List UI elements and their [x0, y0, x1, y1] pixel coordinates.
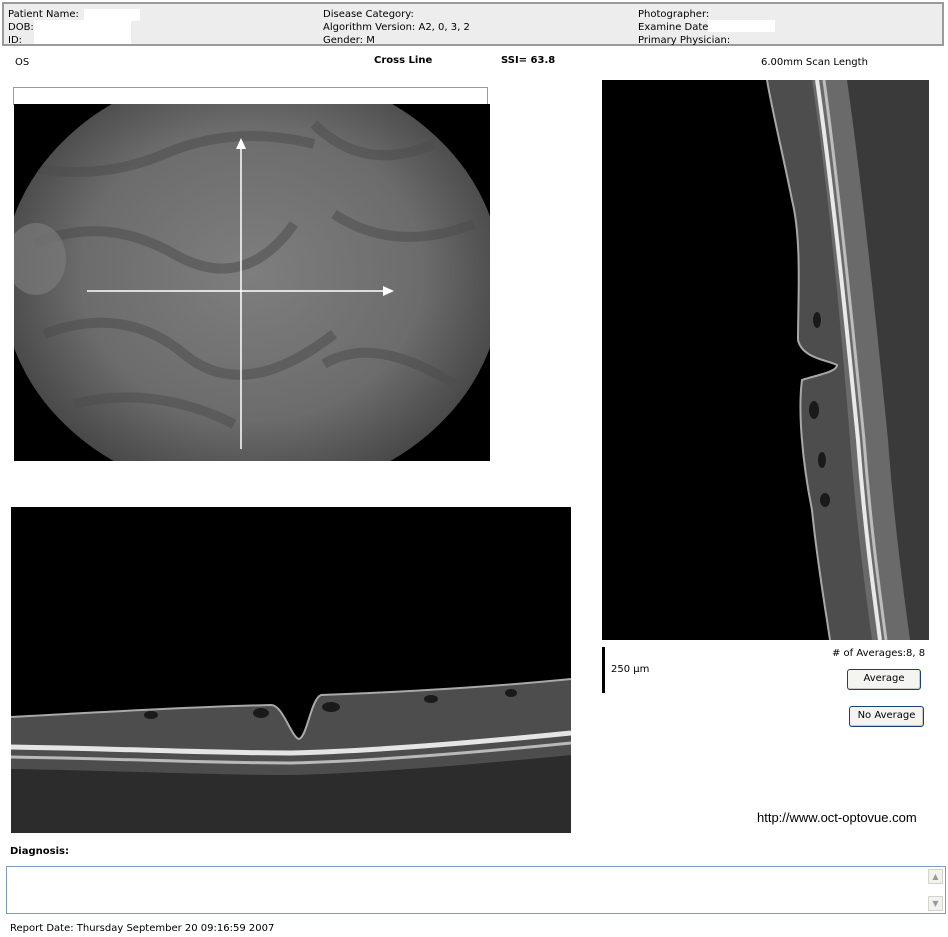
diagnosis-label: Diagnosis: [10, 846, 69, 857]
average-button[interactable]: Average [847, 669, 921, 690]
patient-info-header: Patient Name: DOB: ID: Disease Category:… [2, 2, 944, 46]
primary-physician-label: Primary Physician: [638, 35, 731, 46]
dob-label: DOB: [8, 22, 34, 33]
redacted-id [34, 32, 131, 44]
fundus-title-bar [13, 87, 488, 105]
scan-mode-label: Cross Line [374, 55, 433, 66]
gender: Gender: M [323, 35, 375, 46]
photographer-label: Photographer: [638, 9, 710, 20]
report-date: Report Date: Thursday September 20 09:16… [10, 923, 275, 934]
fundus-image[interactable] [14, 104, 490, 461]
fundus-svg [14, 104, 490, 461]
id-label: ID: [8, 35, 23, 46]
scale-label: 250 µm [611, 664, 650, 675]
diagnosis-textbox[interactable]: ▲ ▼ [6, 866, 946, 914]
no-average-button[interactable]: No Average [849, 706, 924, 727]
redacted-examine-date [708, 20, 775, 32]
scroll-up-arrow-icon[interactable]: ▲ [928, 869, 943, 884]
scroll-down-arrow-icon[interactable]: ▼ [928, 896, 943, 911]
disease-category-label: Disease Category: [323, 9, 414, 20]
diagnosis-scrollbar[interactable]: ▲ ▼ [928, 869, 943, 911]
averages-label: # of Averages:8, 8 [832, 648, 926, 659]
scale-bar [602, 647, 605, 693]
scan-length-label: 6.00mm Scan Length [761, 57, 868, 68]
ssi-label: SSI= 63.8 [501, 55, 556, 66]
horizontal-oct-svg [11, 507, 571, 833]
vertical-oct-svg [602, 80, 929, 640]
horizontal-oct-bscan [11, 507, 571, 833]
redacted-dob [34, 20, 131, 32]
vertical-oct-bscan [602, 80, 929, 640]
website-url[interactable]: http://www.oct-optovue.com [757, 810, 917, 825]
eye-label: OS [15, 57, 30, 68]
algorithm-version: Algorithm Version: A2, 0, 3, 2 [323, 22, 470, 33]
examine-date-label: Examine Date: [638, 22, 712, 33]
